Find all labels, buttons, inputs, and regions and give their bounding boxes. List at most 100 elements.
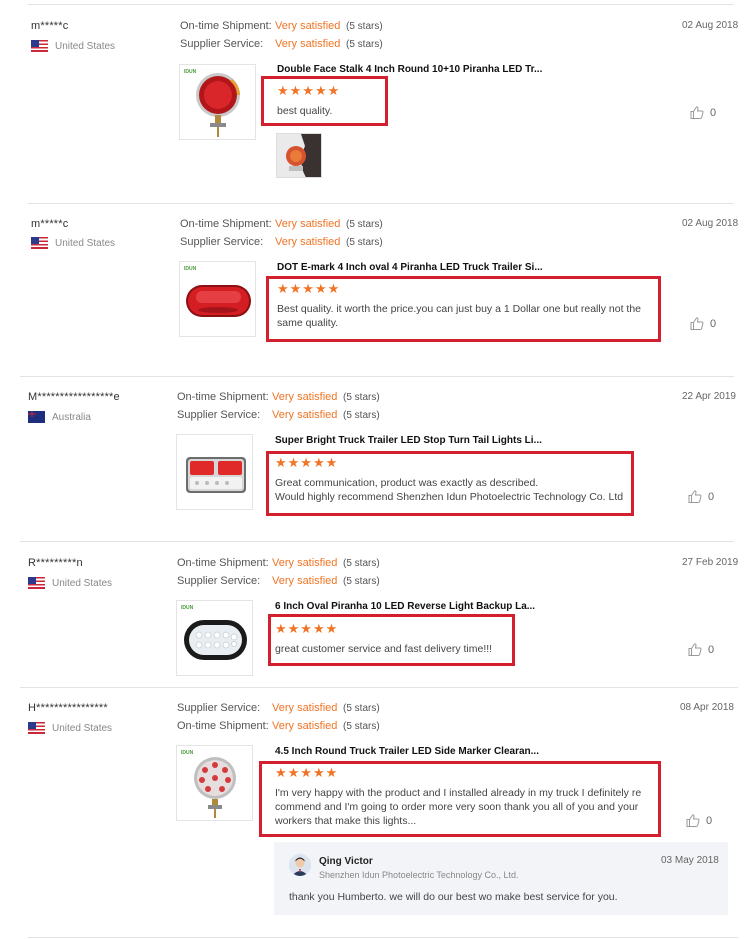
review-text-line: same quality. bbox=[277, 317, 339, 329]
reviewer-country: United States bbox=[31, 237, 115, 249]
brand-logo: IDUN bbox=[184, 266, 197, 272]
product-title-link[interactable]: 4.5 Inch Round Truck Trailer LED Side Ma… bbox=[275, 746, 539, 757]
product-thumbnail[interactable]: IDUN bbox=[176, 745, 253, 821]
us-flag-icon bbox=[31, 237, 48, 249]
like-button[interactable]: 0 bbox=[690, 317, 716, 330]
product-title-link[interactable]: 6 Inch Oval Piranha 10 LED Reverse Light… bbox=[275, 601, 535, 612]
rating-row: Supplier Service: Very satisfied (5 star… bbox=[177, 702, 380, 714]
round-led-lamp-image bbox=[196, 73, 240, 137]
review-text: best quality. bbox=[277, 104, 332, 118]
rating-stars-text: (5 stars) bbox=[346, 236, 383, 248]
review-text: great customer service and fast delivery… bbox=[275, 642, 492, 656]
rating-row: Supplier Service: Very satisfied (5 star… bbox=[177, 575, 380, 587]
review-text-line: I'm very happy with the product and I in… bbox=[275, 787, 642, 799]
rating-value: Very satisfied bbox=[275, 236, 341, 248]
like-count: 0 bbox=[708, 490, 715, 503]
review-text-line: commend and I'm going to order more very… bbox=[275, 801, 639, 813]
reply-author-name: Qing Victor bbox=[319, 856, 373, 867]
thumbs-up-icon bbox=[686, 814, 700, 827]
star-rating: ★★★★★ bbox=[277, 83, 341, 98]
brand-logo: IDUN bbox=[184, 69, 197, 75]
product-title-link[interactable]: Double Face Stalk 4 Inch Round 10+10 Pir… bbox=[277, 64, 542, 75]
divider bbox=[20, 541, 734, 542]
review-text: Best quality. it worth the price.you can… bbox=[277, 302, 657, 330]
product-thumbnail[interactable]: IDUN bbox=[179, 261, 256, 337]
like-button[interactable]: 0 bbox=[686, 814, 712, 827]
rating-value: Very satisfied bbox=[275, 20, 341, 32]
reviewer-name: m*****c bbox=[31, 218, 69, 230]
rating-row: On-time Shipment: Very satisfied (5 star… bbox=[180, 20, 383, 32]
rating-label: On-time Shipment: bbox=[180, 20, 272, 32]
review-date: 02 Aug 2018 bbox=[682, 20, 739, 31]
australia-flag-icon bbox=[28, 411, 45, 423]
divider bbox=[20, 376, 734, 377]
oval-reverse-light-image bbox=[184, 620, 247, 660]
review-date: 08 Apr 2018 bbox=[680, 702, 734, 713]
like-button[interactable]: 0 bbox=[688, 643, 714, 656]
review-date: 27 Feb 2019 bbox=[682, 557, 739, 568]
product-thumbnail[interactable] bbox=[176, 434, 253, 510]
reviewer-country: United States bbox=[28, 722, 112, 734]
rating-stars-text: (5 stars) bbox=[343, 557, 380, 569]
like-button[interactable]: 0 bbox=[688, 490, 714, 503]
review-text: Great communication, product was exactly… bbox=[275, 476, 630, 504]
rating-stars-text: (5 stars) bbox=[346, 218, 383, 230]
review-text-line: great customer service and fast delivery… bbox=[275, 643, 493, 655]
thumbs-up-icon bbox=[690, 317, 704, 330]
product-thumbnail[interactable]: IDUN bbox=[179, 64, 256, 140]
rating-value: Very satisfied bbox=[275, 38, 341, 50]
rating-row: On-time Shipment: Very satisfied (5 star… bbox=[177, 391, 380, 403]
rating-label: Supplier Service: bbox=[177, 702, 261, 714]
like-button[interactable]: 0 bbox=[690, 106, 716, 119]
avatar bbox=[289, 854, 311, 876]
brand-logo: IDUN bbox=[181, 750, 194, 756]
review-text-line: Great communication, product was exactly… bbox=[275, 477, 539, 489]
rating-value: Very satisfied bbox=[275, 218, 341, 230]
rating-stars-text: (5 stars) bbox=[343, 409, 380, 421]
review-date: 02 Aug 2018 bbox=[682, 218, 739, 229]
country-label: United States bbox=[52, 722, 113, 734]
rating-label: On-time Shipment: bbox=[177, 391, 269, 403]
star-rating: ★★★★★ bbox=[275, 455, 339, 470]
rating-value: Very satisfied bbox=[272, 391, 338, 403]
rating-value: Very satisfied bbox=[272, 557, 338, 569]
reply-company: Shenzhen Idun Photoelectric Technology C… bbox=[319, 870, 519, 880]
rating-value: Very satisfied bbox=[272, 720, 338, 732]
reviewer-country: United States bbox=[31, 40, 115, 52]
rating-stars-text: (5 stars) bbox=[343, 702, 380, 714]
divider bbox=[28, 937, 738, 938]
country-label: United States bbox=[52, 577, 113, 589]
thumbs-up-icon bbox=[688, 643, 702, 656]
rating-row: Supplier Service: Very satisfied (5 star… bbox=[180, 38, 383, 50]
reviewer-name: M*****************e bbox=[28, 391, 120, 403]
thumbs-up-icon bbox=[688, 490, 702, 503]
review-text: I'm very happy with the product and I in… bbox=[275, 786, 655, 828]
review-photo-thumbnail[interactable] bbox=[276, 133, 322, 178]
star-rating: ★★★★★ bbox=[275, 765, 339, 780]
rating-row: On-time Shipment: Very satisfied (5 star… bbox=[177, 557, 380, 569]
supplier-reply: Qing Victor Shenzhen Idun Photoelectric … bbox=[274, 842, 728, 915]
oval-led-lamp-image bbox=[186, 285, 251, 317]
country-label: United States bbox=[55, 237, 116, 249]
country-label: United States bbox=[55, 40, 116, 52]
rating-row: On-time Shipment: Very satisfied (5 star… bbox=[177, 720, 380, 732]
divider bbox=[28, 203, 734, 204]
product-title-link[interactable]: DOT E-mark 4 Inch oval 4 Piranha LED Tru… bbox=[277, 262, 543, 273]
rating-label: On-time Shipment: bbox=[180, 218, 272, 230]
star-rating: ★★★★★ bbox=[277, 281, 341, 296]
product-thumbnail[interactable]: IDUN bbox=[176, 600, 253, 676]
review-date: 22 Apr 2019 bbox=[682, 391, 736, 402]
rating-label: On-time Shipment: bbox=[177, 720, 269, 732]
divider bbox=[20, 687, 738, 688]
review-text-line: workers that make this lights... bbox=[275, 815, 417, 827]
review-text-line: best quality. bbox=[277, 105, 333, 117]
reviewer-name: H**************** bbox=[28, 702, 108, 714]
us-flag-icon bbox=[28, 577, 45, 589]
product-title-link[interactable]: Super Bright Truck Trailer LED Stop Turn… bbox=[275, 435, 542, 446]
like-count: 0 bbox=[710, 317, 717, 330]
divider bbox=[28, 4, 734, 5]
reviewer-name: m*****c bbox=[31, 20, 69, 32]
us-flag-icon bbox=[28, 722, 45, 734]
rating-label: Supplier Service: bbox=[177, 575, 261, 587]
rating-label: Supplier Service: bbox=[180, 38, 264, 50]
